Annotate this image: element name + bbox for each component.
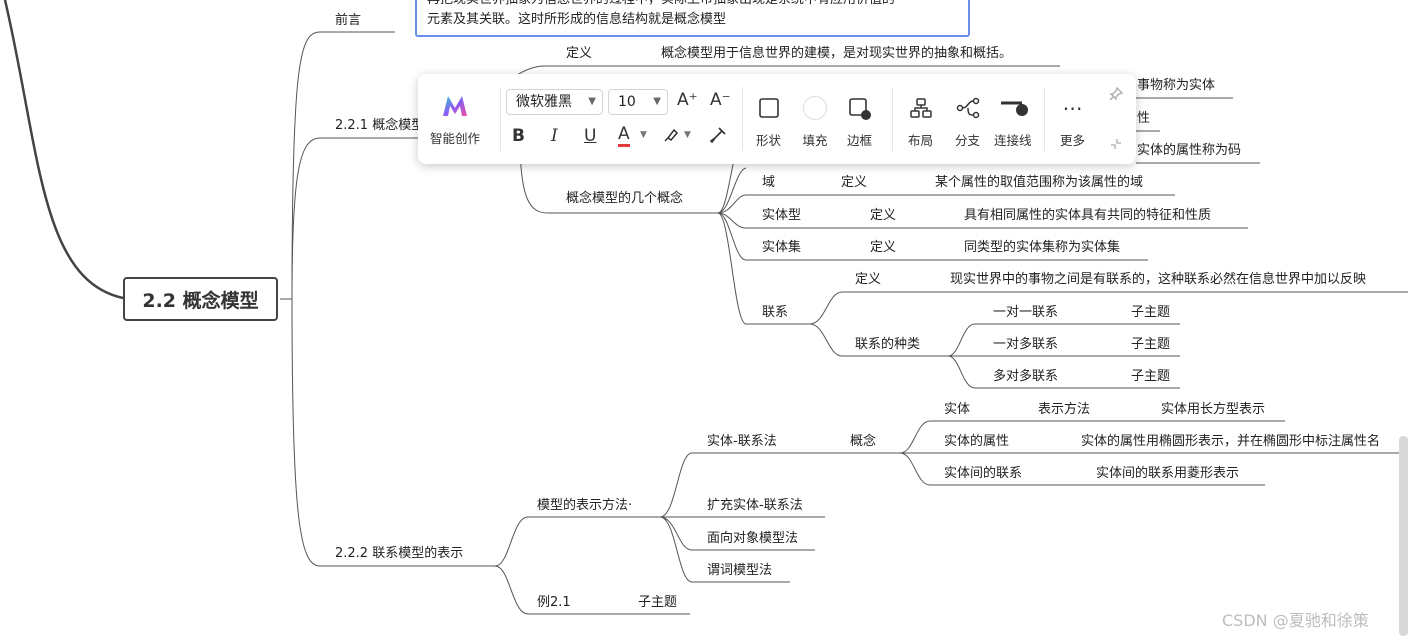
note-line-1: 再把现实世界抽象为信息世界的过程中，实际上市抽象出现是系统中有应用价值的 — [427, 0, 958, 10]
topic-representation-methods[interactable]: 模型的表示方法· — [537, 497, 632, 515]
ai-create-label: 智能创作 — [430, 131, 481, 146]
topic-entity-method[interactable]: 表示方法 — [1038, 401, 1090, 419]
border-label: 边框 — [847, 133, 873, 148]
italic-button[interactable]: I — [551, 126, 558, 146]
ai-create-button[interactable]: 智能创作 — [430, 92, 480, 147]
underline-button[interactable]: U — [584, 126, 596, 146]
font-family-value: 微软雅黑 — [516, 94, 572, 110]
topic-entity-set-def[interactable]: 定义 — [870, 239, 896, 257]
font-family-select[interactable]: 微软雅黑 ▼ — [506, 89, 603, 115]
layout-button[interactable]: 布局 — [908, 94, 933, 149]
topic-one-to-many[interactable]: 一对多联系 — [993, 336, 1058, 354]
connector-line-icon — [998, 94, 1028, 122]
layout-tree-icon — [909, 94, 932, 122]
topic-entity-relationship[interactable]: 实体间的联系 — [944, 465, 1022, 483]
topic-entity-attribute-text[interactable]: 实体的属性用椭圆形表示，并在椭圆形中标注属性名 — [1081, 433, 1380, 451]
topic-entity[interactable]: 实体 — [944, 401, 970, 419]
topic-domain-def[interactable]: 定义 — [841, 174, 867, 192]
topic-2-2-2[interactable]: 2.2.2 联系模型的表示 — [335, 545, 463, 563]
chevron-down-icon[interactable]: ▼ — [684, 130, 691, 140]
topic-subtopic[interactable]: 子主题 — [1131, 368, 1170, 386]
topic-concepts[interactable]: 概念模型的几个概念 — [566, 190, 683, 208]
square-shape-icon — [758, 94, 780, 122]
topic-note-callout[interactable]: 再把现实世界抽象为信息世界的过程中，实际上市抽象出现是系统中有应用价值的 元素及… — [415, 0, 970, 37]
topic-many-to-many[interactable]: 多对多联系 — [993, 368, 1058, 386]
branch-label: 分支 — [955, 133, 981, 148]
topic-relationship-def-text[interactable]: 现实世界中的事物之间是有联系的，这种联系必然在信息世界中加以反映 — [950, 271, 1366, 289]
topic-entity-set-text[interactable]: 同类型的实体集称为实体集 — [964, 239, 1120, 257]
topic-entity-partial[interactable]: 事物称为实体 — [1137, 77, 1215, 95]
decrease-font-button[interactable]: A⁻ — [710, 90, 731, 110]
format-painter-icon[interactable] — [709, 126, 727, 148]
chevron-down-icon[interactable]: ▼ — [640, 130, 647, 140]
topic-preface[interactable]: 前言 — [335, 12, 361, 30]
topic-entity-set[interactable]: 实体集 — [762, 239, 801, 257]
topic-code-partial[interactable]: 实体的属性称为码 — [1137, 142, 1241, 160]
topic-predicate-model[interactable]: 谓词模型法 — [707, 562, 772, 580]
shape-button[interactable]: 形状 — [756, 94, 781, 149]
fill-circle-icon — [802, 94, 828, 122]
more-button[interactable]: ⋯ 更多 — [1060, 94, 1085, 149]
topic-subtopic[interactable]: 子主题 — [1131, 304, 1170, 322]
chevron-down-icon: ▼ — [588, 96, 596, 107]
topic-domain-text[interactable]: 某个属性的取值范围称为该属性的域 — [935, 174, 1143, 192]
topic-entity-method-text[interactable]: 实体用长方型表示 — [1161, 401, 1265, 419]
font-color-button[interactable]: A — [618, 124, 630, 147]
topic-2-2-1[interactable]: 2.2.1 概念模型 — [335, 117, 424, 135]
topic-entity-type-def[interactable]: 定义 — [870, 207, 896, 225]
topic-domain[interactable]: 域 — [762, 174, 775, 192]
topic-example[interactable]: 例2.1 — [537, 594, 571, 612]
fill-label: 填充 — [802, 133, 828, 148]
toolbar-divider — [500, 87, 501, 151]
topic-object-oriented[interactable]: 面向对象模型法 — [707, 530, 798, 548]
bold-button[interactable]: B — [512, 126, 525, 146]
root-topic[interactable]: 2.2 概念模型 — [123, 277, 278, 321]
topic-subtopic[interactable]: 子主题 — [1131, 336, 1170, 354]
topic-entity-relationship-text[interactable]: 实体间的联系用菱形表示 — [1096, 465, 1239, 483]
toolbar-divider — [742, 87, 743, 151]
collapse-icon[interactable] — [1109, 136, 1123, 155]
topic-relationship-kinds[interactable]: 联系的种类 — [855, 336, 920, 354]
topic-example-subtopic[interactable]: 子主题 — [638, 594, 677, 612]
toolbar-divider — [1044, 87, 1045, 151]
shape-label: 形状 — [756, 133, 782, 148]
layout-label: 布局 — [908, 133, 934, 148]
topic-entity-type[interactable]: 实体型 — [762, 207, 801, 225]
border-button[interactable]: 边框 — [847, 94, 872, 149]
floating-format-toolbar: 智能创作 微软雅黑 ▼ 10 ▼ A⁺ A⁻ B I U A ▼ ▼ 形状 填充… — [418, 74, 1136, 164]
topic-extended-er[interactable]: 扩充实体-联系法 — [707, 497, 803, 515]
ai-logo-icon — [440, 92, 470, 120]
topic-concept[interactable]: 概念 — [850, 433, 876, 451]
note-line-2: 元素及其关联。这时所形成的信息结构就是概念模型 — [427, 12, 727, 27]
font-size-value: 10 — [618, 94, 636, 110]
topic-entity-type-text[interactable]: 具有相同属性的实体具有共同的特征和性质 — [964, 207, 1211, 225]
csdn-watermark: CSDN @夏驰和徐策 — [1222, 611, 1369, 630]
more-dots-icon: ⋯ — [1062, 96, 1083, 120]
topic-definition[interactable]: 定义 — [566, 45, 592, 63]
connector-line-button[interactable]: 连接线 — [994, 94, 1032, 149]
topic-one-to-one[interactable]: 一对一联系 — [993, 304, 1058, 322]
vertical-scrollbar[interactable] — [1399, 436, 1408, 636]
border-icon — [848, 94, 872, 122]
branch-icon — [956, 94, 980, 122]
topic-relationship-def[interactable]: 定义 — [855, 271, 881, 289]
highlighter-icon[interactable] — [662, 126, 680, 148]
topic-relationship[interactable]: 联系 — [762, 304, 788, 322]
toolbar-divider — [892, 87, 893, 151]
connector-line-label: 连接线 — [994, 133, 1032, 148]
fill-button[interactable]: 填充 — [802, 94, 828, 149]
topic-entity-attribute[interactable]: 实体的属性 — [944, 433, 1009, 451]
font-size-select[interactable]: 10 ▼ — [608, 89, 668, 115]
topic-definition-text[interactable]: 概念模型用于信息世界的建模，是对现实世界的抽象和概括。 — [661, 45, 1012, 63]
more-label: 更多 — [1060, 133, 1086, 148]
increase-font-button[interactable]: A⁺ — [677, 90, 698, 110]
topic-er-method[interactable]: 实体-联系法 — [707, 433, 777, 451]
branch-button[interactable]: 分支 — [955, 94, 980, 149]
topic-attribute-partial[interactable]: 性 — [1137, 110, 1150, 128]
chevron-down-icon: ▼ — [653, 96, 661, 107]
pin-icon[interactable] — [1108, 86, 1124, 106]
